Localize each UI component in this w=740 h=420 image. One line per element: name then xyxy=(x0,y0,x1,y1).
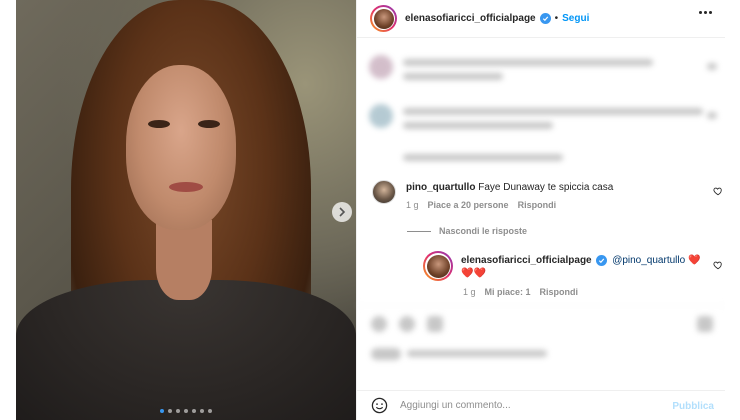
comment-username[interactable]: pino_quartullo xyxy=(406,182,475,193)
commenter-avatar[interactable] xyxy=(372,180,396,204)
more-options-icon[interactable] xyxy=(699,11,712,14)
post-photo xyxy=(16,0,356,420)
carousel-dot xyxy=(200,409,204,413)
reply-likes[interactable]: Mi piace: 1 xyxy=(485,287,531,297)
reply-mention[interactable]: @pino_quartullo xyxy=(612,255,685,266)
verified-badge-icon xyxy=(539,13,551,24)
comment-time[interactable]: 1 g xyxy=(406,200,419,210)
carousel-next-button[interactable] xyxy=(332,202,352,222)
reply-author-avatar[interactable] xyxy=(423,251,453,281)
follow-button[interactable]: Segui xyxy=(562,13,589,24)
carousel-dot xyxy=(208,409,212,413)
verified-badge-icon xyxy=(596,254,608,266)
comment-body: Faye Dunaway te spiccia casa xyxy=(478,182,614,193)
reply-time[interactable]: 1 g xyxy=(463,287,476,297)
chevron-right-icon xyxy=(339,207,346,217)
post-actions-blurred xyxy=(357,305,725,390)
publish-button[interactable]: Pubblica xyxy=(672,401,714,412)
reply-hearts: ❤️ xyxy=(687,255,701,266)
like-comment-icon[interactable] xyxy=(713,186,723,196)
instagram-post-modal: elenasofiaricci_officialpage • Segui pin… xyxy=(16,0,725,420)
separator-dot: • xyxy=(554,13,559,24)
author-username[interactable]: elenasofiaricci_officialpage xyxy=(405,13,536,24)
reply-username[interactable]: elenasofiaricci_officialpage xyxy=(461,255,592,266)
reply-meta: 1 g Mi piace: 1 Rispondi xyxy=(463,287,578,297)
blurred-comment xyxy=(369,53,719,83)
author-avatar[interactable] xyxy=(370,5,397,32)
photo-face xyxy=(126,65,236,230)
carousel-dot xyxy=(192,409,196,413)
comment-likes[interactable]: Piace a 20 persone xyxy=(428,200,509,210)
like-reply-icon[interactable] xyxy=(713,260,723,270)
reply-item: elenasofiaricci_officialpage @pino_quart… xyxy=(423,251,723,301)
reply-reply-button[interactable]: Rispondi xyxy=(540,287,579,297)
reply-hearts-2: ❤️❤️ xyxy=(461,268,486,279)
carousel-dots xyxy=(160,409,212,413)
blurred-replies-link xyxy=(369,146,719,176)
emoji-icon[interactable] xyxy=(371,397,388,414)
comment-item: pino_quartullo Faye Dunaway te spiccia c… xyxy=(372,180,722,220)
comment-text: pino_quartullo Faye Dunaway te spiccia c… xyxy=(406,181,706,194)
hide-replies-button[interactable]: Nascondi le risposte xyxy=(407,226,527,236)
comments-panel: elenasofiaricci_officialpage • Segui pin… xyxy=(356,0,725,420)
carousel-dot xyxy=(160,409,164,413)
comment-meta: 1 g Piace a 20 persone Rispondi xyxy=(406,200,556,210)
blurred-comment xyxy=(369,102,719,132)
post-header: elenasofiaricci_officialpage • Segui xyxy=(357,0,725,38)
carousel-dot xyxy=(184,409,188,413)
comment-input[interactable] xyxy=(400,400,650,411)
carousel-dot xyxy=(176,409,180,413)
comment-composer: Pubblica xyxy=(357,390,725,420)
photo-body xyxy=(16,280,356,420)
carousel-dot xyxy=(168,409,172,413)
reply-button[interactable]: Rispondi xyxy=(518,200,557,210)
reply-text: elenasofiaricci_officialpage @pino_quart… xyxy=(461,254,701,280)
